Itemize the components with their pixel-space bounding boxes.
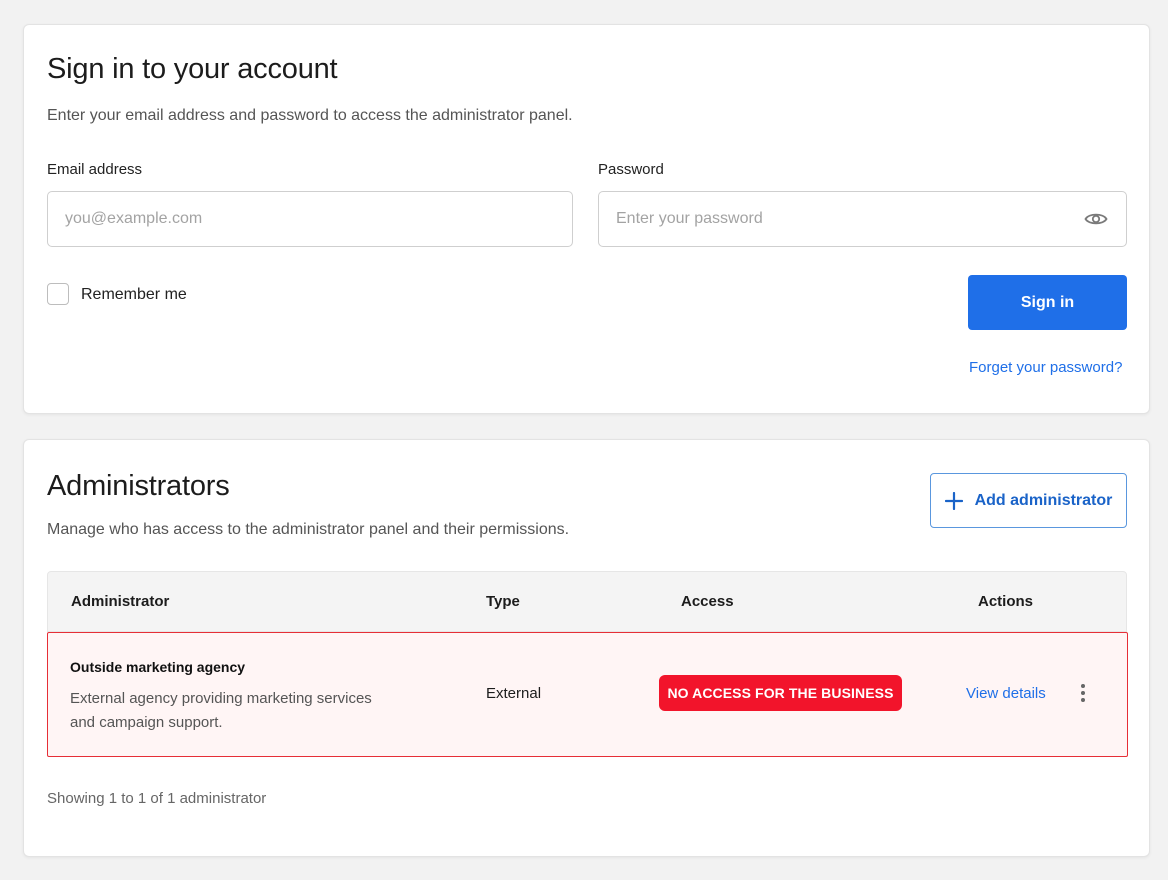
signin-title: Sign in to your account xyxy=(47,53,338,85)
access-status-badge: NO ACCESS FOR THE BUSINESS xyxy=(659,675,902,711)
column-header-actions: Actions xyxy=(978,593,1034,610)
view-details-link[interactable]: View details xyxy=(966,685,1046,702)
add-administrator-button[interactable]: Add administrator xyxy=(930,473,1127,528)
signin-card: Sign in to your account Enter your email… xyxy=(23,24,1150,414)
administrator-description: External agency providing marketing serv… xyxy=(70,690,372,731)
pagination-summary: Showing 1 to 1 of 1 administrator xyxy=(47,790,267,807)
email-field[interactable] xyxy=(47,191,573,247)
add-administrator-label: Add administrator xyxy=(974,491,1113,509)
eye-icon-glyph xyxy=(1084,213,1108,225)
table-row: Outside marketing agency External agency… xyxy=(47,632,1128,757)
column-header-access: Access xyxy=(681,593,734,610)
kebab-dot xyxy=(1081,691,1085,695)
remember-me-label[interactable]: Remember me xyxy=(81,286,187,304)
page: Sign in to your account Enter your email… xyxy=(0,0,1168,880)
password-field[interactable] xyxy=(598,191,1127,247)
administrators-subtitle: Manage who has access to the administrat… xyxy=(47,521,570,538)
kebab-dot xyxy=(1081,698,1085,702)
email-label: Email address xyxy=(47,161,143,178)
administrator-type: External xyxy=(486,685,542,702)
signin-subtitle: Enter your email address and password to… xyxy=(47,107,573,124)
kebab-dot xyxy=(1081,684,1085,688)
column-header-administrator: Administrator xyxy=(71,593,170,610)
column-header-type: Type xyxy=(486,593,520,610)
administrator-name: Outside marketing agency xyxy=(70,659,246,675)
password-label: Password xyxy=(598,161,664,178)
sign-in-button[interactable]: Sign in xyxy=(968,275,1127,330)
plus-icon xyxy=(944,491,963,510)
administrators-title: Administrators xyxy=(47,470,230,502)
table-header: Administrator Type Access Actions xyxy=(47,571,1127,632)
administrators-card: Administrators Manage who has access to … xyxy=(23,439,1150,857)
kebab-menu-icon[interactable] xyxy=(1074,681,1092,705)
forgot-password-link[interactable]: Forget your password? xyxy=(969,359,1122,376)
eye-icon[interactable] xyxy=(1083,206,1109,232)
remember-me-checkbox[interactable] xyxy=(47,283,69,305)
